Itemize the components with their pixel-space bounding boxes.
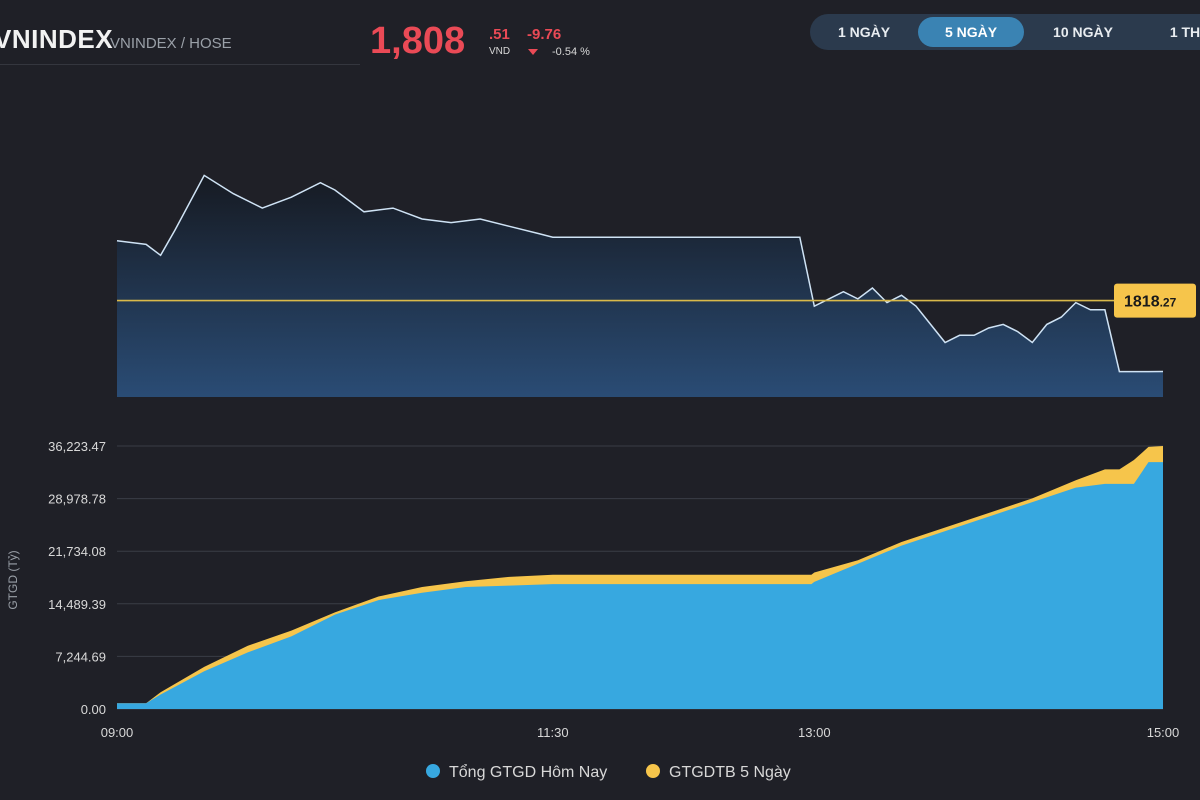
y-tick-label: 28,978.78 bbox=[48, 492, 106, 507]
chart-canvas: 1818.27 0.00 7,244.69 14,489.39 21,734.08 28… bbox=[6, 174, 1196, 781]
legend-label-today: Tổng GTGD Hôm Nay bbox=[449, 763, 607, 781]
reference-price-dec: .27 bbox=[1160, 296, 1177, 310]
legend-dot-today bbox=[426, 764, 440, 778]
reference-price-int: 1818 bbox=[1124, 294, 1160, 311]
y-tick-label: 14,489.39 bbox=[48, 597, 106, 612]
x-tick-label: 13:00 bbox=[798, 725, 831, 740]
series-today-area bbox=[117, 462, 1163, 709]
y-tick-label: 7,244.69 bbox=[55, 649, 106, 664]
x-tick-label: 11:30 bbox=[537, 725, 569, 740]
y-tick-label: 0.00 bbox=[81, 702, 106, 717]
x-tick-labels: 09:00 11:30 13:00 15:00 bbox=[101, 725, 1180, 740]
reference-price-label: 1818.27 bbox=[1124, 294, 1177, 311]
legend: Tổng GTGD Hôm Nay GTGDTB 5 Ngày bbox=[426, 763, 791, 781]
y-tick-label: 21,734.08 bbox=[48, 544, 106, 559]
price-chart: 1818.27 bbox=[116, 174, 1196, 397]
price-area bbox=[117, 175, 1163, 397]
legend-label-avg-5-day: GTGDTB 5 Ngày bbox=[669, 764, 791, 781]
value-chart: 0.00 7,244.69 14,489.39 21,734.08 28,978.78 3… bbox=[6, 439, 1179, 740]
x-tick-label: 09:00 bbox=[101, 725, 134, 740]
legend-dot-avg-5-day bbox=[646, 764, 660, 778]
x-tick-label: 15:00 bbox=[1147, 725, 1180, 740]
y-tick-labels: 0.00 7,244.69 14,489.39 21,734.08 28,978.78 3… bbox=[48, 439, 106, 717]
y-tick-label: 36,223.47 bbox=[48, 439, 106, 454]
y-axis-label: GTGD (Tỷ) bbox=[6, 550, 20, 609]
